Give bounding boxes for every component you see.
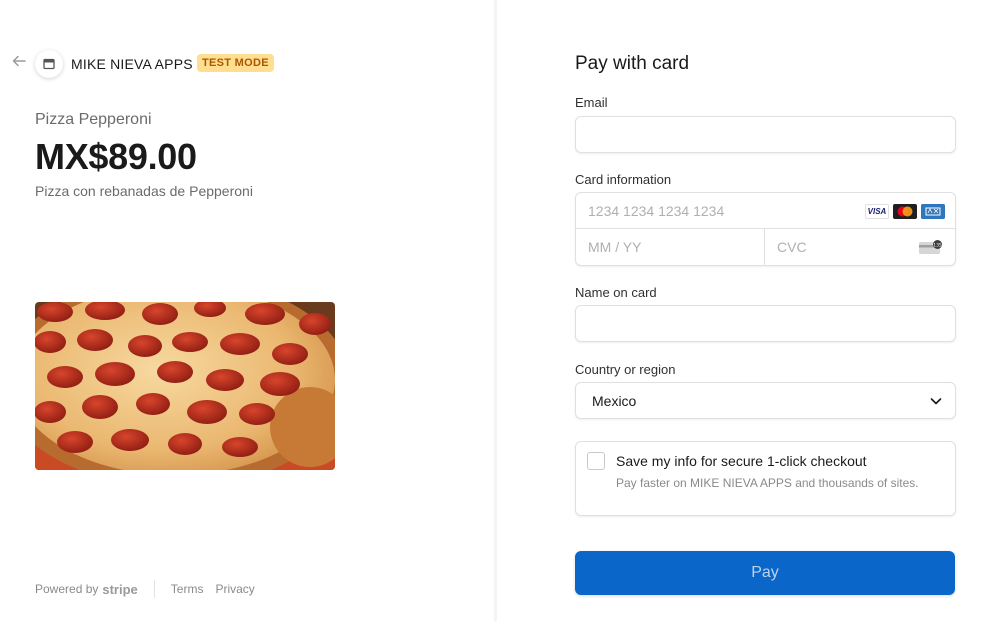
visa-icon: VISA [865, 204, 889, 219]
payment-form-panel: Pay with card Email Card information 123… [497, 0, 997, 621]
name-on-card-field[interactable] [575, 305, 956, 342]
country-label: Country or region [575, 362, 676, 377]
card-expiry-input[interactable]: MM / YY [576, 229, 765, 265]
card-brand-icons: VISA [865, 204, 945, 219]
store-icon [35, 50, 63, 78]
back-arrow-icon[interactable] [12, 54, 30, 72]
cvc-icon-digits: 135 [933, 242, 942, 248]
powered-by-stripe[interactable]: Powered by stripe [35, 582, 138, 597]
stripe-logo: stripe [102, 581, 138, 597]
product-price: MX$89.00 [35, 136, 197, 177]
powered-by-label: Powered by [35, 582, 99, 596]
save-info-title: Save my info for secure 1-click checkout [616, 453, 867, 469]
mastercard-icon [893, 204, 917, 219]
card-expiry-placeholder: MM / YY [588, 239, 642, 255]
amex-icon [921, 204, 945, 219]
footer-divider [153, 580, 155, 598]
card-information-group: 1234 1234 1234 1234 VISA MM / YY CVC 135 [575, 192, 956, 266]
footer: Powered by stripe Terms Privacy [35, 580, 267, 598]
save-info-box: Save my info for secure 1-click checkout… [575, 441, 956, 516]
card-number-placeholder: 1234 1234 1234 1234 [588, 202, 725, 219]
product-description: Pizza con rebanadas de Pepperoni [35, 183, 253, 199]
order-summary-panel: MIKE NIEVA APPS TEST MODE Pizza Pepperon… [0, 0, 494, 621]
name-on-card-label: Name on card [575, 285, 657, 300]
card-cvc-input[interactable]: CVC 135 [765, 229, 955, 265]
save-info-description: Pay faster on MIKE NIEVA APPS and thousa… [616, 476, 919, 490]
privacy-link[interactable]: Privacy [215, 582, 254, 596]
terms-link[interactable]: Terms [171, 582, 204, 596]
country-select[interactable]: Mexico [575, 382, 956, 419]
test-mode-badge: TEST MODE [197, 54, 274, 72]
save-info-checkbox[interactable] [587, 452, 605, 470]
product-name: Pizza Pepperoni [35, 111, 152, 128]
email-label: Email [575, 95, 608, 110]
pepperoni-pizza-image [35, 302, 335, 470]
email-field[interactable] [575, 116, 956, 153]
card-information-label: Card information [575, 172, 672, 187]
card-cvc-placeholder: CVC [777, 239, 807, 255]
form-title: Pay with card [575, 53, 690, 74]
country-selected-value: Mexico [592, 392, 637, 409]
pay-button[interactable]: Pay [575, 551, 955, 595]
cvc-card-icon: 135 [919, 240, 943, 255]
merchant-name: MIKE NIEVA APPS [71, 56, 193, 72]
chevron-down-icon [930, 397, 942, 404]
